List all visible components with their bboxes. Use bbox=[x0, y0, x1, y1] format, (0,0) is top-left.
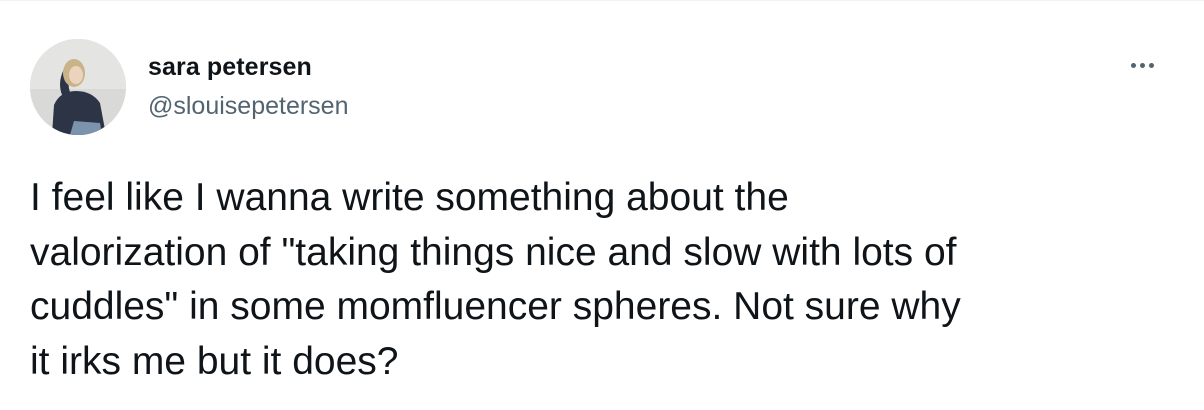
author-display-name[interactable]: sara petersen bbox=[148, 53, 312, 82]
ellipsis-icon bbox=[1139, 62, 1145, 68]
more-options-button[interactable] bbox=[1122, 53, 1162, 77]
ellipsis-icon bbox=[1148, 62, 1154, 68]
ellipsis-icon bbox=[1130, 62, 1136, 68]
profile-photo-icon bbox=[30, 39, 126, 135]
author-handle[interactable]: @slouisepetersen bbox=[148, 92, 349, 121]
avatar[interactable] bbox=[30, 39, 126, 135]
tweet-card: sara petersen @slouisepetersen I feel li… bbox=[0, 0, 1204, 410]
tweet-text: I feel like I wanna write something abou… bbox=[30, 176, 961, 383]
